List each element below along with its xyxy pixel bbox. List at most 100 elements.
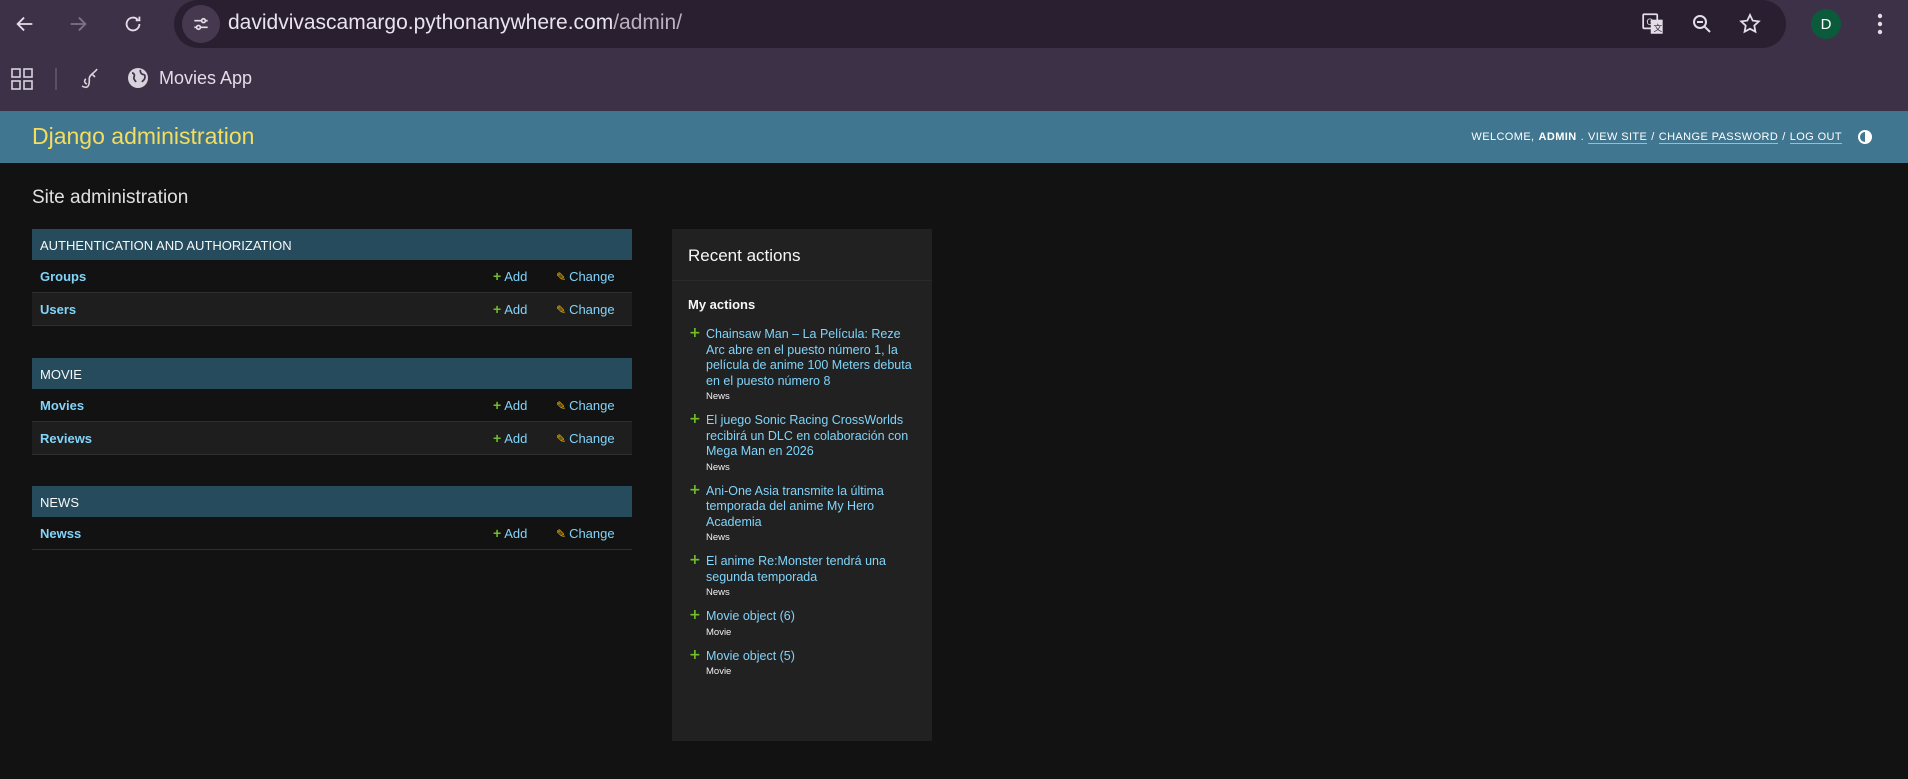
module-caption[interactable]: Movie xyxy=(32,358,632,389)
svg-text:文: 文 xyxy=(1653,22,1662,34)
address-bar[interactable]: davidvivascamargo.pythonanywhere.com/adm… xyxy=(174,0,1786,48)
model-row-reviews: Reviews + Add ✎ Change xyxy=(32,422,632,455)
add-link[interactable]: + Add xyxy=(493,302,527,317)
zoom-icon[interactable] xyxy=(1688,10,1716,38)
addition-icon: + xyxy=(689,325,701,341)
add-label: Add xyxy=(504,431,528,446)
reload-button[interactable] xyxy=(115,6,151,42)
site-branding[interactable]: Django administration xyxy=(32,123,254,150)
change-label: Change xyxy=(569,398,615,413)
theme-toggle-icon[interactable] xyxy=(1858,130,1872,144)
plus-icon: + xyxy=(493,268,502,284)
action-link[interactable]: El juego Sonic Racing CrossWorlds recibi… xyxy=(706,413,916,460)
content-type: Movie xyxy=(706,666,732,677)
reload-icon xyxy=(125,16,141,32)
module-auth: Authentication and Authorization Groups … xyxy=(32,229,632,326)
pencil-icon: ✎ xyxy=(556,526,567,541)
model-link[interactable]: Movies xyxy=(40,398,84,413)
url-text[interactable]: davidvivascamargo.pythonanywhere.com/adm… xyxy=(228,11,682,35)
module-movie: Movie Movies + Add ✎ Change Reviews + Add ✎… xyxy=(32,358,632,455)
action-link[interactable]: Ani-One Asia transmite la última tempora… xyxy=(706,484,916,531)
translate-icon[interactable]: G文 xyxy=(1640,10,1668,38)
content-type: News xyxy=(706,587,730,598)
model-row-newss: Newss + Add ✎ Change xyxy=(32,517,632,550)
url-host: davidvivascamargo.pythonanywhere.com xyxy=(228,11,614,34)
addition-icon: + xyxy=(689,607,701,623)
action-link[interactable]: El anime Re:Monster tendrá una segunda t… xyxy=(706,554,916,585)
add-link[interactable]: + Add xyxy=(493,431,527,446)
model-link[interactable]: Users xyxy=(40,302,76,317)
addition-icon: + xyxy=(689,481,701,498)
forward-button[interactable] xyxy=(60,6,96,42)
action-item: + El anime Re:Monster tendrá una segunda… xyxy=(672,549,932,604)
arrow-left-icon xyxy=(16,16,33,32)
addition-icon: + xyxy=(689,411,701,427)
site-settings-icon[interactable] xyxy=(182,5,220,43)
pencil-icon: ✎ xyxy=(556,431,567,446)
change-label: Change xyxy=(569,302,615,317)
add-link[interactable]: + Add xyxy=(493,269,527,284)
model-row-groups: Groups + Add ✎ Change xyxy=(32,260,632,293)
view-site-link[interactable]: View site xyxy=(1588,131,1648,144)
change-label: Change xyxy=(569,526,615,541)
change-password-link[interactable]: Change password xyxy=(1658,131,1779,144)
bookmark-app[interactable] xyxy=(78,66,102,92)
change-link[interactable]: ✎ Change xyxy=(556,526,615,541)
kebab-menu-icon[interactable] xyxy=(1866,10,1894,38)
plus-icon: + xyxy=(493,301,502,317)
change-link[interactable]: ✎ Change xyxy=(556,398,615,413)
bookmark-star-icon[interactable] xyxy=(1736,10,1764,38)
bookmarks-bar xyxy=(0,48,1908,111)
plus-icon: + xyxy=(493,430,502,446)
change-label: Change xyxy=(569,269,615,284)
change-link[interactable]: ✎ Change xyxy=(556,431,615,446)
user-tools: Welcome, admin. View site / Change passw… xyxy=(1471,130,1872,144)
addition-icon: + xyxy=(689,646,701,663)
add-link[interactable]: + Add xyxy=(493,526,527,541)
pencil-icon: ✎ xyxy=(556,269,567,284)
username: admin xyxy=(1538,131,1577,143)
add-label: Add xyxy=(504,269,528,284)
action-item: + Chainsaw Man – La Película: Reze Arc a… xyxy=(672,322,932,408)
add-label: Add xyxy=(504,302,528,317)
bookmark-app-icon xyxy=(81,68,98,89)
pencil-icon: ✎ xyxy=(556,398,567,413)
action-item: + Movie object (6) Movie xyxy=(672,604,932,644)
bookmark-movies-app[interactable]: Movies App xyxy=(126,66,252,90)
bookmark-label: Movies App xyxy=(159,67,253,88)
action-link[interactable]: Chainsaw Man – La Película: Reze Arc abr… xyxy=(706,327,916,389)
model-link[interactable]: Groups xyxy=(40,269,86,284)
change-link[interactable]: ✎ Change xyxy=(556,302,615,317)
bookmarks-divider xyxy=(55,68,57,90)
profile-avatar[interactable]: D xyxy=(1811,9,1841,39)
pencil-icon: ✎ xyxy=(556,302,567,317)
content-type: News xyxy=(706,532,730,543)
action-link[interactable]: Movie object (5) xyxy=(706,649,916,665)
back-button[interactable] xyxy=(7,6,43,42)
module-caption[interactable]: Authentication and Authorization xyxy=(32,229,632,260)
globe-icon xyxy=(128,68,148,88)
add-link[interactable]: + Add xyxy=(493,398,527,413)
recent-actions-title: Recent actions xyxy=(672,229,932,281)
content-type: Movie xyxy=(706,626,732,638)
module-caption[interactable]: News xyxy=(32,486,632,517)
content-type: News xyxy=(706,391,730,402)
addition-icon: + xyxy=(689,552,701,568)
browser-chrome: davidvivascamargo.pythonanywhere.com/adm… xyxy=(0,0,1908,111)
model-link[interactable]: Reviews xyxy=(40,431,92,446)
welcome-text: Welcome, xyxy=(1471,131,1535,143)
arrow-right-icon xyxy=(70,16,87,32)
plus-icon: + xyxy=(493,397,502,413)
admin-header: Django administration Welcome, admin. Vi… xyxy=(0,111,1908,163)
add-label: Add xyxy=(504,398,528,413)
model-link[interactable]: Newss xyxy=(40,526,81,541)
change-link[interactable]: ✎ Change xyxy=(556,269,615,284)
module-news: News Newss + Add ✎ Change xyxy=(32,486,632,550)
svg-text:G: G xyxy=(1646,18,1653,28)
url-path: /admin/ xyxy=(613,11,683,34)
action-link[interactable]: Movie object (6) xyxy=(706,609,916,625)
log-out-link[interactable]: Log out xyxy=(1789,131,1842,144)
apps-grid-icon[interactable] xyxy=(10,67,34,95)
add-label: Add xyxy=(504,526,528,541)
model-row-movies: Movies + Add ✎ Change xyxy=(32,389,632,422)
